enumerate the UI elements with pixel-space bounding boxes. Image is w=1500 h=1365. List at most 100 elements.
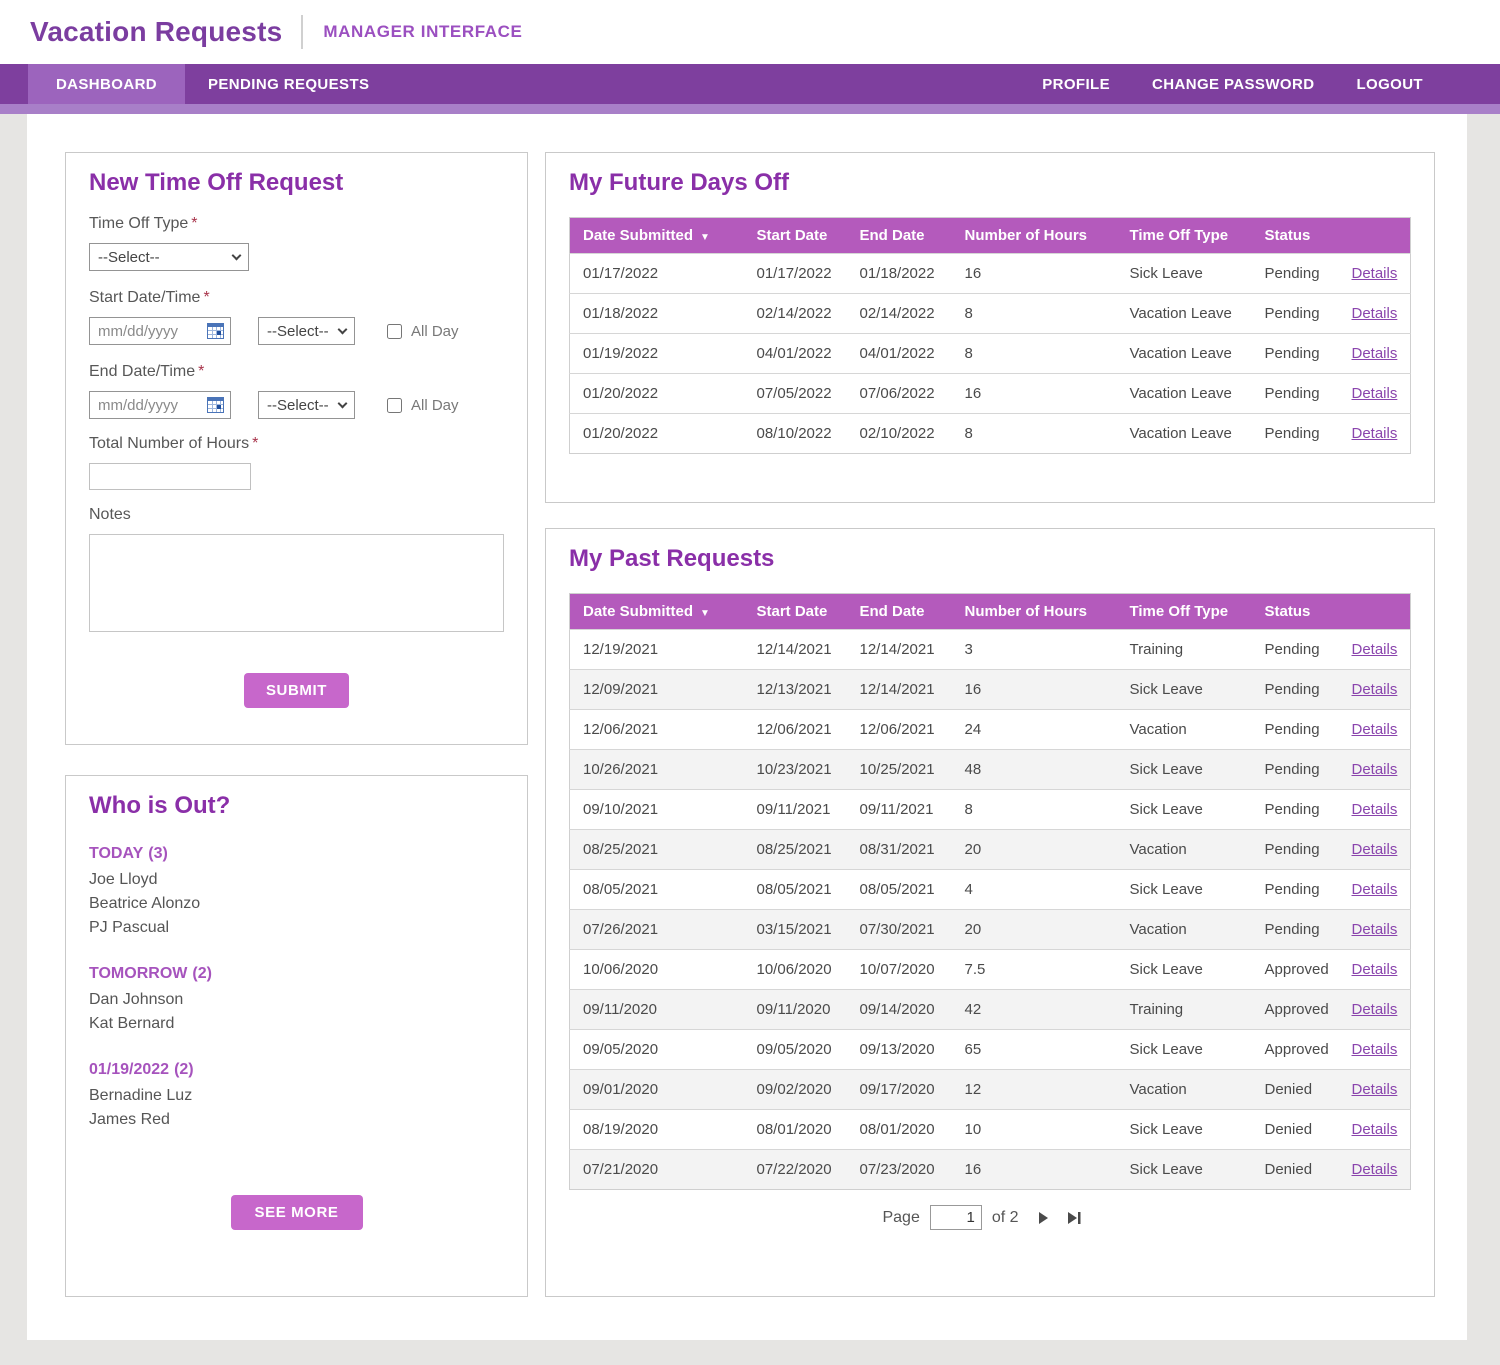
cell-number-of-hours: 42 [952, 990, 1117, 1030]
next-page-icon[interactable] [1037, 1211, 1050, 1225]
column-header-date-submitted[interactable]: Date Submitted▼ [570, 218, 744, 254]
details-link[interactable]: Details [1352, 1041, 1398, 1058]
calendar-icon[interactable] [207, 397, 224, 413]
cell-status: Pending [1252, 670, 1339, 710]
column-header-label: Date Submitted [583, 603, 693, 620]
details-link[interactable]: Details [1352, 1121, 1398, 1138]
details-link[interactable]: Details [1352, 1001, 1398, 1018]
cell-time-off-type: Sick Leave [1117, 870, 1252, 910]
nav-tab-dashboard[interactable]: DASHBOARD [28, 64, 185, 104]
see-more-button[interactable]: SEE MORE [231, 1195, 363, 1230]
cell-date-submitted: 01/19/2022 [570, 334, 744, 374]
table-row: 01/18/202202/14/202202/14/20228Vacation … [570, 294, 1411, 334]
field-label-text: Start Date/Time [89, 289, 200, 306]
cell-time-off-type: Sick Leave [1117, 1110, 1252, 1150]
details-link[interactable]: Details [1352, 961, 1398, 978]
cell-start-date: 10/06/2020 [744, 950, 847, 990]
details-link[interactable]: Details [1352, 1081, 1398, 1098]
details-link[interactable]: Details [1352, 841, 1398, 858]
calendar-icon[interactable] [207, 323, 224, 339]
cell-date-submitted: 07/26/2021 [570, 910, 744, 950]
cell-time-off-type: Sick Leave [1117, 670, 1252, 710]
start-time-select[interactable]: --Select-- [258, 317, 355, 345]
cell-time-off-type: Sick Leave [1117, 1030, 1252, 1070]
table-row: 10/06/202010/06/202010/07/20207.5Sick Le… [570, 950, 1411, 990]
column-header-label: Status [1265, 227, 1311, 244]
out-group-count: (2) [174, 1061, 194, 1078]
details-link[interactable]: Details [1352, 641, 1398, 658]
details-link[interactable]: Details [1352, 1161, 1398, 1178]
details-link[interactable]: Details [1352, 385, 1398, 402]
cell-time-off-type: Vacation Leave [1117, 294, 1252, 334]
cell-date-submitted: 09/05/2020 [570, 1030, 744, 1070]
details-link[interactable]: Details [1352, 425, 1398, 442]
column-header-label: Status [1265, 603, 1311, 620]
total-hours-input[interactable] [89, 463, 251, 490]
cell-time-off-type: Sick Leave [1117, 790, 1252, 830]
field-label-text: Notes [89, 506, 131, 523]
nav-link-logout[interactable]: LOGOUT [1356, 76, 1423, 93]
nav-link-change-password[interactable]: CHANGE PASSWORD [1152, 76, 1314, 93]
cell-end-date: 04/01/2022 [847, 334, 952, 374]
cell-date-submitted: 08/05/2021 [570, 870, 744, 910]
future-days-table: Date Submitted▼Start DateEnd DateNumber … [569, 217, 1411, 454]
end-all-day-checkbox[interactable] [387, 398, 402, 413]
details-link[interactable]: Details [1352, 801, 1398, 818]
cell-time-off-type: Vacation Leave [1117, 334, 1252, 374]
main-content: New Time Off Request Time Off Type* --Se… [27, 114, 1467, 1340]
cell-number-of-hours: 20 [952, 910, 1117, 950]
column-header-number-of-hours: Number of Hours [952, 594, 1117, 630]
cell-status: Approved [1252, 1030, 1339, 1070]
cell-end-date: 08/01/2020 [847, 1110, 952, 1150]
end-time-select[interactable]: --Select-- [258, 391, 355, 419]
time-off-type-select[interactable]: --Select-- [89, 243, 249, 271]
cell-end-date: 07/30/2021 [847, 910, 952, 950]
nav-link-profile[interactable]: PROFILE [1042, 76, 1110, 93]
details-link[interactable]: Details [1352, 881, 1398, 898]
out-group-date: TODAY [89, 845, 143, 862]
details-link[interactable]: Details [1352, 921, 1398, 938]
last-page-icon[interactable] [1067, 1211, 1081, 1225]
all-day-label: All Day [411, 323, 459, 340]
cell-details: Details [1339, 374, 1411, 414]
table-row: 01/17/202201/17/202201/18/202216Sick Lea… [570, 254, 1411, 294]
nav-links: PROFILE CHANGE PASSWORD LOGOUT [1042, 64, 1500, 104]
sort-descending-icon: ▼ [700, 608, 710, 619]
cell-start-date: 09/11/2020 [744, 990, 847, 1030]
submit-button[interactable]: SUBMIT [244, 673, 349, 708]
cell-time-off-type: Sick Leave [1117, 950, 1252, 990]
details-link[interactable]: Details [1352, 305, 1398, 322]
page-number-input[interactable] [930, 1205, 982, 1230]
cell-status: Pending [1252, 374, 1339, 414]
column-header-label: Start Date [757, 227, 828, 244]
column-header-date-submitted[interactable]: Date Submitted ▼ [570, 594, 744, 630]
details-link[interactable]: Details [1352, 681, 1398, 698]
cell-start-date: 10/23/2021 [744, 750, 847, 790]
details-link[interactable]: Details [1352, 761, 1398, 778]
start-date-wrap [89, 317, 231, 345]
cell-details: Details [1339, 750, 1411, 790]
out-group-label: TODAY(3) [89, 845, 504, 863]
details-link[interactable]: Details [1352, 265, 1398, 282]
start-all-day-checkbox[interactable] [387, 324, 402, 339]
cell-details: Details [1339, 910, 1411, 950]
table-row: 08/05/202108/05/202108/05/20214Sick Leav… [570, 870, 1411, 910]
cell-time-off-type: Vacation [1117, 910, 1252, 950]
cell-number-of-hours: 48 [952, 750, 1117, 790]
end-date-wrap [89, 391, 231, 419]
cell-status: Pending [1252, 830, 1339, 870]
details-link[interactable]: Details [1352, 721, 1398, 738]
table-row: 09/05/202009/05/202009/13/202065Sick Lea… [570, 1030, 1411, 1070]
column-header-details [1339, 218, 1411, 254]
cell-status: Approved [1252, 990, 1339, 1030]
cell-details: Details [1339, 990, 1411, 1030]
column-header-number-of-hours: Number of Hours [952, 218, 1117, 254]
column-header-start-date: Start Date [744, 218, 847, 254]
cell-date-submitted: 01/20/2022 [570, 374, 744, 414]
cell-number-of-hours: 8 [952, 414, 1117, 454]
details-link[interactable]: Details [1352, 345, 1398, 362]
cell-details: Details [1339, 254, 1411, 294]
nav-tab-pending-requests[interactable]: PENDING REQUESTS [185, 64, 392, 104]
cell-date-submitted: 08/25/2021 [570, 830, 744, 870]
notes-textarea[interactable] [89, 534, 504, 632]
